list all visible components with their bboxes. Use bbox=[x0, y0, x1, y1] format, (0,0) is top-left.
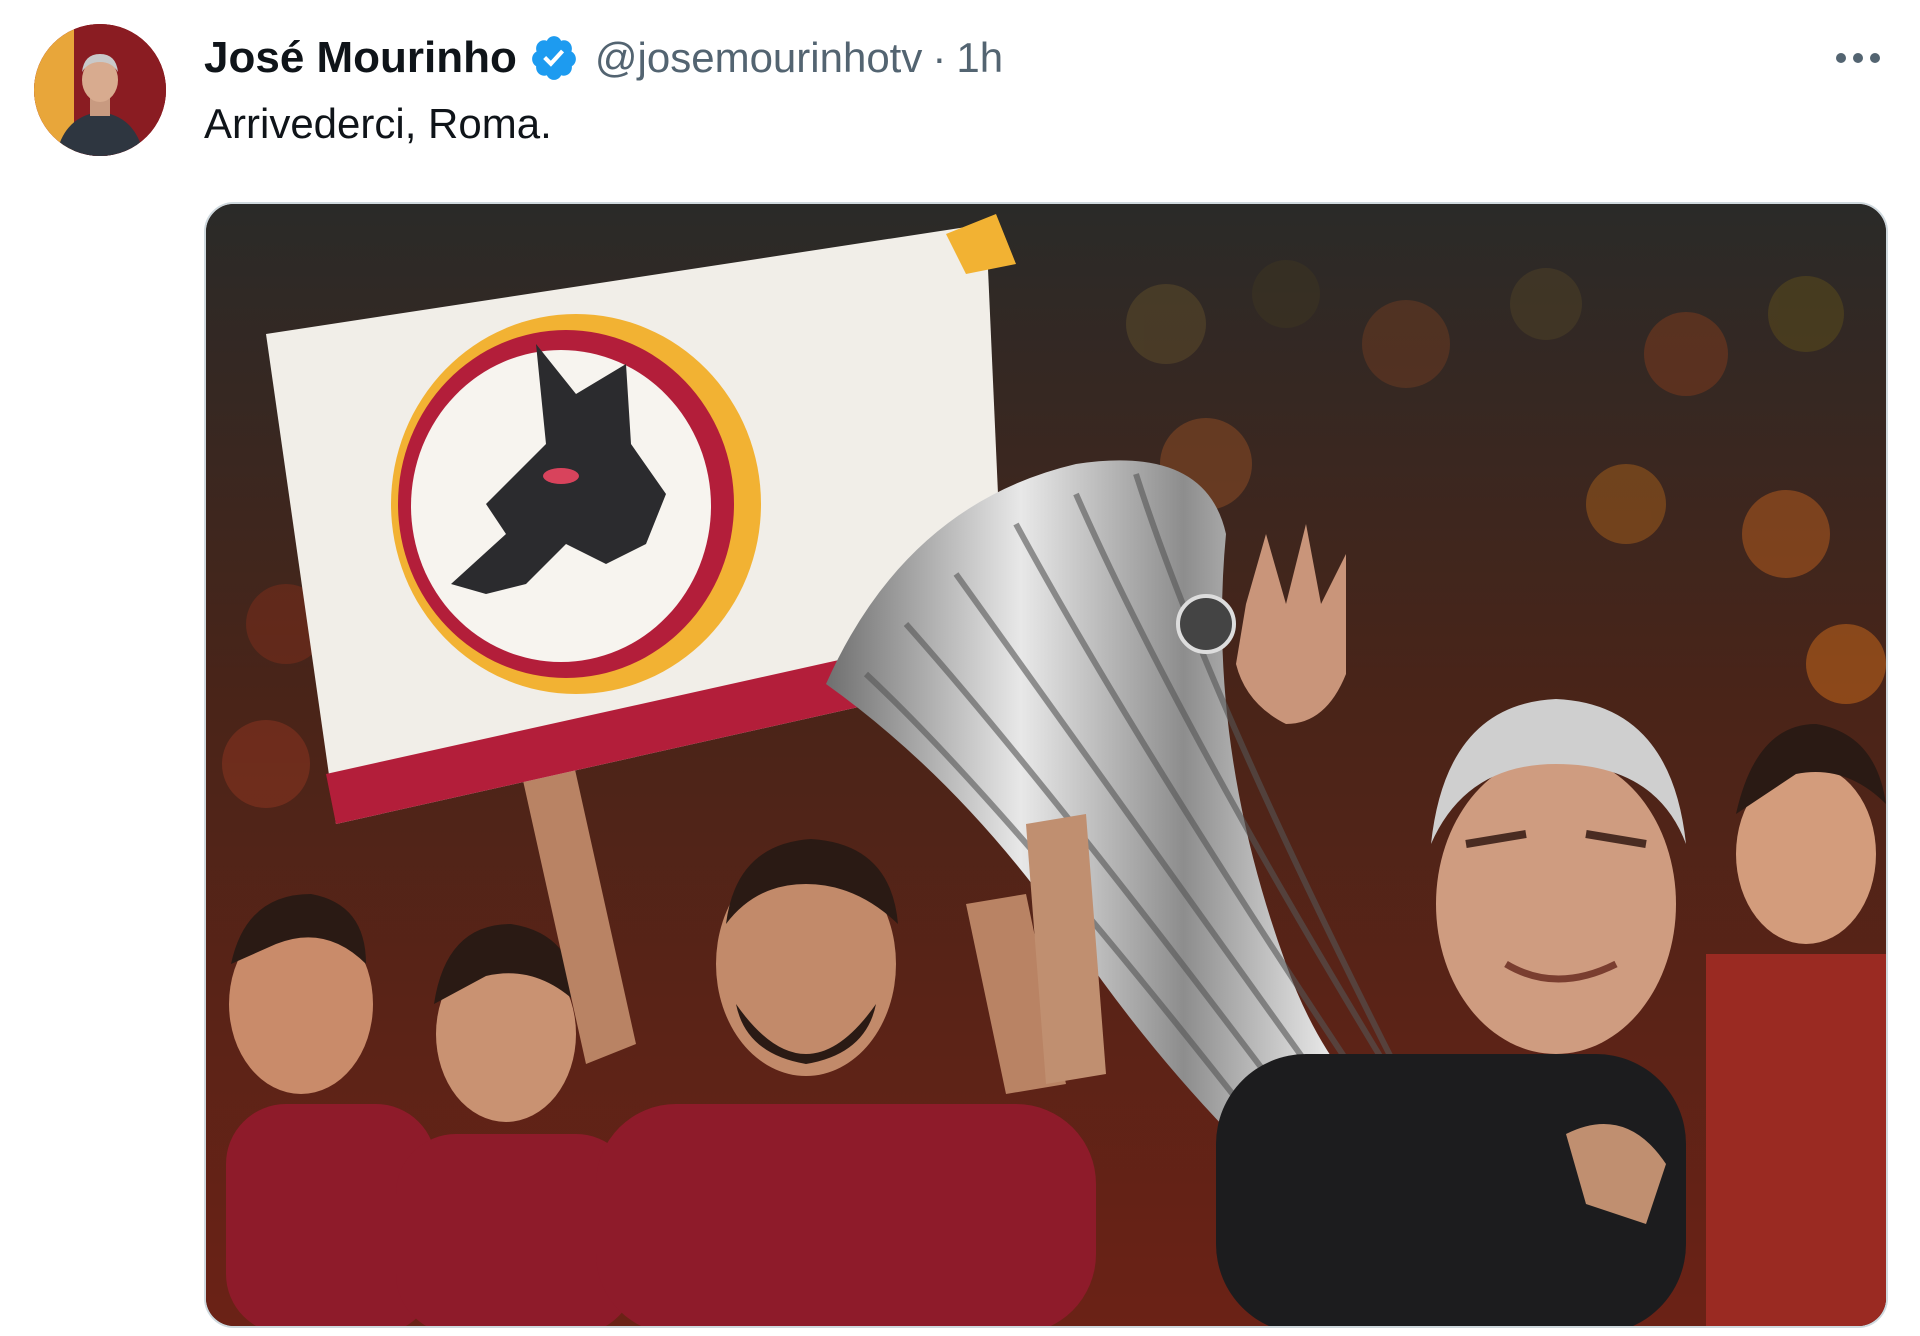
verified-badge-icon bbox=[529, 33, 579, 83]
more-options-icon[interactable] bbox=[1822, 30, 1894, 86]
more-dot bbox=[1870, 53, 1880, 63]
celebration-photo bbox=[206, 204, 1886, 1326]
author-display-name[interactable]: José Mourinho bbox=[204, 33, 517, 83]
more-dot bbox=[1836, 53, 1846, 63]
tweet-header: José Mourinho @josemourinhotv · 1h bbox=[204, 28, 1003, 88]
author-avatar[interactable] bbox=[34, 24, 166, 156]
tweet-timestamp[interactable]: 1h bbox=[956, 34, 1003, 82]
tweet-text: Arrivederci, Roma. bbox=[204, 100, 552, 147]
tweet-photo[interactable] bbox=[204, 202, 1888, 1328]
avatar-image bbox=[34, 24, 166, 156]
more-dot bbox=[1853, 53, 1863, 63]
tweet-card: José Mourinho @josemourinhotv · 1h Arriv… bbox=[0, 0, 1920, 1336]
header-separator: · bbox=[932, 34, 947, 81]
author-handle[interactable]: @josemourinhotv bbox=[595, 34, 922, 82]
